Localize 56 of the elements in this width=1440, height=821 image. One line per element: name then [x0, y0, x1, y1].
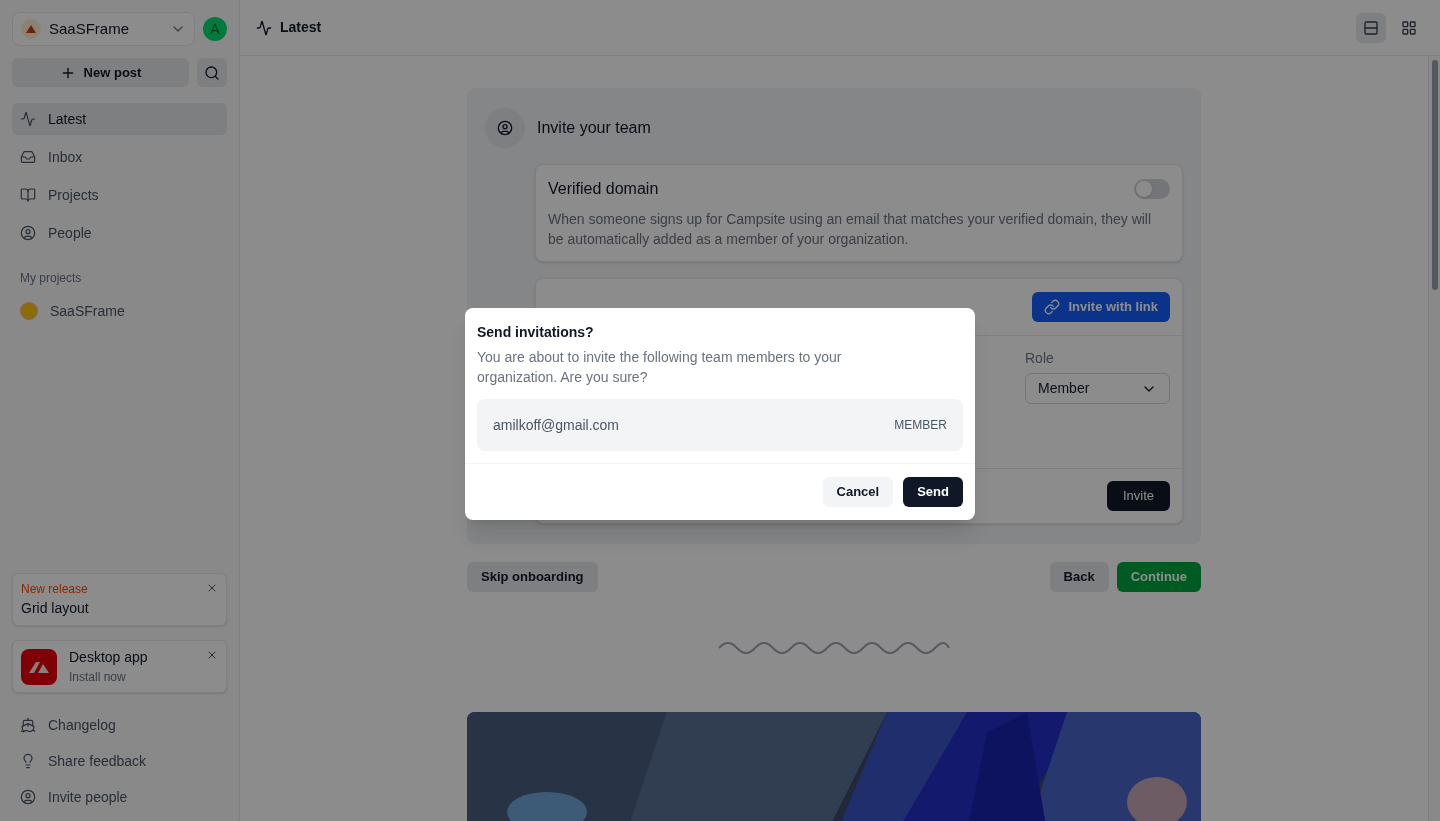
search-button[interactable] [197, 58, 227, 87]
card-description: When someone signs up for Campsite using an email that matches your verified domain, they will be automatically added as a member of your organization. [548, 210, 1153, 249]
emoji-icon [20, 302, 38, 320]
nav-item[interactable]: Latest [12, 103, 227, 135]
workspace-switcher[interactable]: SaaSFrame [12, 12, 195, 46]
list-view-button[interactable] [1356, 12, 1386, 43]
lightbulb-icon [20, 753, 36, 769]
skip-button[interactable]: Skip onboarding [467, 562, 598, 592]
field-label: Role [1025, 349, 1055, 368]
invite-button[interactable]: Invite [1106, 481, 1170, 511]
user-avatar[interactable]: A [203, 17, 227, 41]
send-button[interactable]: Send [903, 477, 963, 507]
nav-item[interactable]: Inbox [12, 141, 227, 173]
project-item[interactable]: SaaSFrame [12, 295, 227, 327]
book-icon [20, 187, 36, 203]
footer-link[interactable]: Share feedback [12, 745, 227, 777]
toggle-switch[interactable] [1134, 179, 1170, 199]
inbox-icon [20, 149, 36, 165]
footer-link[interactable]: Invite people [12, 781, 227, 813]
rows-icon [1363, 19, 1379, 36]
invite-link-button[interactable]: Invite with link [1032, 292, 1170, 322]
release-card[interactable]: New release Grid layout [12, 573, 227, 626]
new-post-button[interactable]: New post [12, 58, 189, 87]
role-select[interactable]: Member [1025, 373, 1170, 404]
user-icon [20, 225, 36, 241]
pulse-icon [256, 19, 272, 36]
back-button[interactable]: Back [1049, 562, 1109, 592]
search-icon [204, 64, 220, 81]
close-icon[interactable] [206, 582, 218, 594]
step-title: Invite your team [537, 118, 651, 138]
invitee-email: amilkoff@gmail.com [493, 415, 619, 435]
link-icon [1044, 299, 1061, 315]
cancel-button[interactable]: Cancel [822, 477, 894, 507]
footer-link[interactable]: Changelog [12, 709, 227, 741]
tent-icon [21, 19, 41, 39]
card-title: Verified domain [548, 179, 660, 199]
dialog-text: You are about to invite the following team members to your organization. Are you sure? [477, 348, 843, 387]
user-icon [485, 108, 525, 148]
user-icon [20, 789, 36, 805]
release-tag: New release [21, 580, 88, 598]
nav-item[interactable]: Projects [12, 179, 227, 211]
invitee-role: MEMBER [894, 417, 947, 434]
release-title: Grid layout [21, 599, 90, 618]
section-heading: My projects [19, 270, 83, 287]
app-card[interactable]: Desktop app Install now [12, 640, 227, 693]
app-title: Desktop app [69, 648, 148, 667]
boat-icon [20, 717, 36, 733]
dialog-title: Send invitations? [477, 323, 595, 342]
app-subtitle: Install now [69, 669, 127, 686]
continue-button[interactable]: Continue [1116, 562, 1201, 592]
pulse-icon [20, 111, 36, 127]
app-logo-icon [21, 648, 57, 685]
close-icon[interactable] [206, 649, 218, 661]
nav-item[interactable]: People [12, 217, 227, 249]
grid-icon [1401, 19, 1417, 36]
page-title: Latest [280, 18, 323, 37]
